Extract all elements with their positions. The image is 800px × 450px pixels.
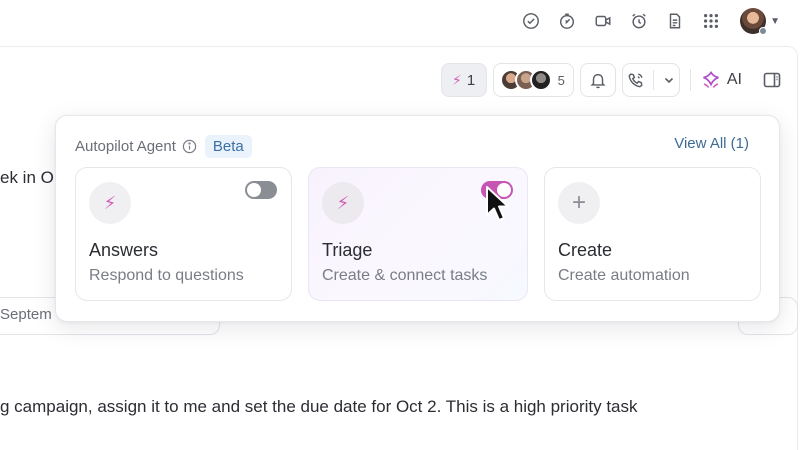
watchers-button[interactable]: 5 bbox=[492, 63, 574, 97]
autopilot-count: 1 bbox=[466, 71, 476, 89]
task-header-controls: ⚡︎ 1 5 AI bbox=[440, 62, 782, 98]
mouse-cursor-icon bbox=[486, 186, 509, 221]
watcher-avatar bbox=[529, 69, 552, 91]
chevron-down-icon[interactable]: ▼ bbox=[770, 16, 780, 27]
card-subtitle: Create automation bbox=[558, 267, 690, 284]
ai-sparkle-icon bbox=[703, 70, 719, 88]
divider bbox=[689, 69, 691, 91]
divider bbox=[653, 70, 655, 90]
background-field-text: Septem bbox=[0, 306, 52, 323]
bell-icon bbox=[590, 73, 606, 89]
bolt-icon: ⚡︎ bbox=[452, 71, 462, 88]
popover-title: Autopilot Agent bbox=[75, 137, 176, 155]
background-text: ek in O bbox=[0, 168, 54, 187]
card-title: Create bbox=[558, 240, 613, 260]
sidebar-toggle-icon[interactable] bbox=[762, 70, 782, 90]
autopilot-popover: Autopilot Agent Beta View All (1) ⚡︎ Ans… bbox=[55, 115, 780, 322]
top-bar: ▼ bbox=[0, 0, 800, 44]
plus-icon: + bbox=[558, 182, 600, 224]
timer-icon[interactable] bbox=[556, 10, 578, 32]
phone-call-icon bbox=[628, 73, 643, 88]
card-title: Answers bbox=[89, 240, 159, 260]
ai-button[interactable]: AI bbox=[701, 70, 742, 90]
top-bar-icons: ▼ bbox=[506, 8, 780, 35]
document-icon[interactable] bbox=[664, 10, 686, 32]
check-circle-icon[interactable] bbox=[520, 10, 542, 32]
bolt-icon: ⚡︎ bbox=[89, 182, 131, 224]
avatar[interactable] bbox=[740, 8, 768, 35]
bolt-icon: ⚡︎ bbox=[322, 182, 364, 224]
autopilot-button[interactable]: ⚡︎ 1 bbox=[440, 63, 487, 97]
video-icon[interactable] bbox=[592, 10, 614, 32]
alarm-icon[interactable] bbox=[628, 10, 650, 32]
view-all-link[interactable]: View All (1) bbox=[674, 135, 749, 152]
agent-card-create[interactable]: + Create Create automation bbox=[544, 167, 761, 301]
watchers-count: 5 bbox=[557, 72, 565, 88]
notifications-button[interactable] bbox=[579, 63, 616, 97]
answers-toggle[interactable] bbox=[245, 181, 277, 199]
apps-grid-icon[interactable] bbox=[700, 10, 722, 32]
agent-card-answers[interactable]: ⚡︎ Answers Respond to questions bbox=[75, 167, 292, 301]
toggle-knob bbox=[247, 183, 261, 197]
info-icon[interactable] bbox=[182, 139, 197, 154]
call-button[interactable] bbox=[621, 63, 680, 97]
chevron-down-icon[interactable] bbox=[663, 74, 675, 86]
user-menu[interactable]: ▼ bbox=[740, 8, 780, 35]
card-subtitle: Create & connect tasks bbox=[322, 267, 488, 284]
popover-header: Autopilot Agent Beta bbox=[75, 134, 252, 158]
card-subtitle: Respond to questions bbox=[89, 267, 244, 284]
ai-label: AI bbox=[726, 71, 742, 88]
message-text: g campaign, assign it to me and set the … bbox=[0, 397, 638, 416]
status-dot bbox=[759, 27, 768, 35]
card-title: Triage bbox=[322, 240, 373, 260]
beta-badge: Beta bbox=[204, 134, 252, 158]
